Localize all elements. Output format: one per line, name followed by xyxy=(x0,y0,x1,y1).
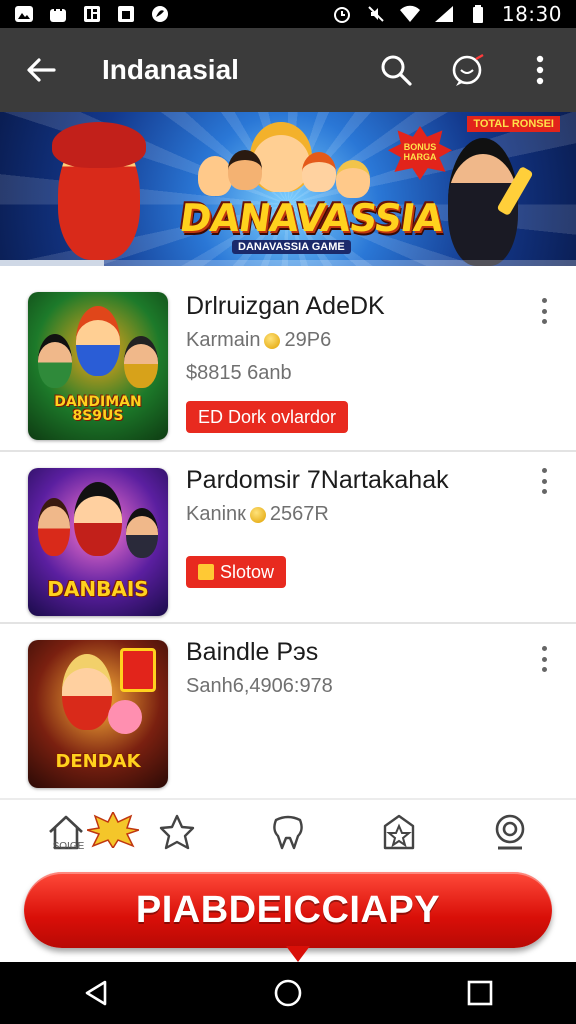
game-price: $8815 6anb xyxy=(186,362,292,384)
game-info: Drlruizgan AdeDK Karmain 29P6 $8815 6anb… xyxy=(186,292,516,433)
primary-cta-button[interactable]: PIABDEICCIAPY xyxy=(24,872,552,948)
page-title: Indanasial xyxy=(102,54,239,85)
coin-icon xyxy=(249,506,266,523)
tab-favorites[interactable] xyxy=(142,802,212,862)
mute-icon xyxy=(366,5,386,23)
tooth-icon xyxy=(273,815,303,850)
search-icon[interactable] xyxy=(360,28,432,112)
alarm-icon xyxy=(332,5,352,23)
coin-icon xyxy=(264,332,281,349)
thumb-hero-center xyxy=(74,482,122,556)
hero-character-left-hair xyxy=(52,122,146,168)
thumb-hero-right xyxy=(124,336,158,388)
game-meta-value: 2567R xyxy=(269,503,329,525)
list-item[interactable]: DANBAIS Pardomsir 7Nartakahak Kaninк 256… xyxy=(0,452,576,624)
game-thumbnail[interactable]: DANBAIS xyxy=(28,468,168,616)
game-action-badge-label: ED Dork ovlardor xyxy=(198,406,337,427)
more-vert-icon[interactable] xyxy=(536,466,552,496)
thumb-hero-right xyxy=(126,508,158,558)
thumb-hero-left xyxy=(38,334,72,388)
signal-icon xyxy=(434,5,454,23)
banner-logo: DANAVASSIA xyxy=(176,196,446,240)
bottom-tab-bar: SOIGE xyxy=(0,798,576,864)
gallery-icon xyxy=(14,5,34,23)
news-icon xyxy=(82,5,102,23)
thumb-card xyxy=(120,648,156,692)
star-box-icon xyxy=(383,814,415,850)
more-vert-icon[interactable] xyxy=(536,644,552,674)
game-title: Pardomsir 7Nartakahak xyxy=(186,466,449,494)
game-info: Pardomsir 7Nartakahak Kaninк 2567R Sloto… xyxy=(186,466,516,588)
game-meta-label: Sanh6,4906:978 xyxy=(186,675,333,697)
crowd-face-4 xyxy=(336,160,370,198)
thumb-caption: DANDIMAN 8S9US xyxy=(54,393,142,425)
game-meta: Sanh6,4906:978 xyxy=(186,675,516,698)
crowd-face-1 xyxy=(198,156,232,196)
list-item[interactable]: DENDAK Baindle Pэs Sanh6,4906:978 xyxy=(0,624,576,796)
game-thumbnail[interactable]: DENDAK xyxy=(28,640,168,788)
game-list: DANDIMAN 8S9US Drlruizgan AdeDK Karmain … xyxy=(0,266,576,796)
tab-home[interactable]: SOIGE xyxy=(31,802,139,862)
app-icon xyxy=(116,5,136,23)
game-meta-label: Kaninк xyxy=(186,503,246,525)
cta-pointer xyxy=(286,946,310,962)
nav-home-icon[interactable] xyxy=(248,962,328,1024)
star-person-icon xyxy=(159,814,194,850)
game-action-badge[interactable]: Slotow xyxy=(186,556,287,588)
game-meta-label: Karmain xyxy=(186,329,261,351)
game-meta-value: 29P6 xyxy=(284,329,332,351)
more-vert-icon[interactable] xyxy=(536,296,552,326)
battery-icon xyxy=(468,5,488,23)
game-action-badge-label: Slotow xyxy=(220,561,275,582)
crowd-face-2 xyxy=(228,150,262,190)
clock: 18:30 xyxy=(501,2,562,26)
app-bar: Indanasial xyxy=(0,28,576,112)
banner-corner-tag: TOTAL RONSEI xyxy=(467,116,560,132)
game-info: Baindle Pэs Sanh6,4906:978 xyxy=(186,638,516,698)
leaf-icon xyxy=(150,5,170,23)
more-vert-icon[interactable] xyxy=(504,28,576,112)
tab-care[interactable] xyxy=(253,802,323,862)
back-arrow-icon[interactable] xyxy=(0,28,82,112)
game-thumbnail[interactable]: DANDIMAN 8S9US xyxy=(28,292,168,440)
tab-live[interactable] xyxy=(475,802,545,862)
promo-banner[interactable]: DANAVASSIA DANAVASSIA GAME TOTAL RONSEI … xyxy=(0,112,576,266)
list-item[interactable]: DANDIMAN 8S9US Drlruizgan AdeDK Karmain … xyxy=(0,266,576,452)
game-title: Baindle Pэs xyxy=(186,638,319,666)
game-meta: Karmain 29P6 xyxy=(186,329,516,352)
wifi-icon xyxy=(399,5,420,23)
tab-home-mini-label: SOIGE xyxy=(52,841,85,852)
webcam-icon xyxy=(496,814,525,850)
thumb-hero-left xyxy=(38,498,70,556)
chat-icon[interactable] xyxy=(432,28,504,112)
shopping-bag-icon xyxy=(48,5,68,23)
thumb-hero-center xyxy=(76,306,120,376)
burst-sticker-icon xyxy=(86,812,139,848)
system-nav-bar xyxy=(0,962,576,1024)
game-action-badge[interactable]: ED Dork ovlardor xyxy=(186,401,349,433)
thumb-caption: DANBAIS xyxy=(47,577,149,601)
thumb-mascot xyxy=(108,700,142,734)
game-title: Drlruizgan AdeDK xyxy=(186,292,385,320)
nav-back-icon[interactable] xyxy=(56,962,136,1024)
status-bar: 18:30 xyxy=(0,0,576,28)
thumb-hero-center xyxy=(62,654,112,730)
ticket-icon xyxy=(198,564,214,580)
banner-subtitle: DANAVASSIA GAME xyxy=(232,240,351,254)
crowd-face-3 xyxy=(302,152,336,192)
game-meta: Kaninк 2567R xyxy=(186,503,516,526)
nav-recents-icon[interactable] xyxy=(440,962,520,1024)
thumb-caption: DENDAK xyxy=(55,751,141,773)
tab-rewards[interactable] xyxy=(364,802,434,862)
